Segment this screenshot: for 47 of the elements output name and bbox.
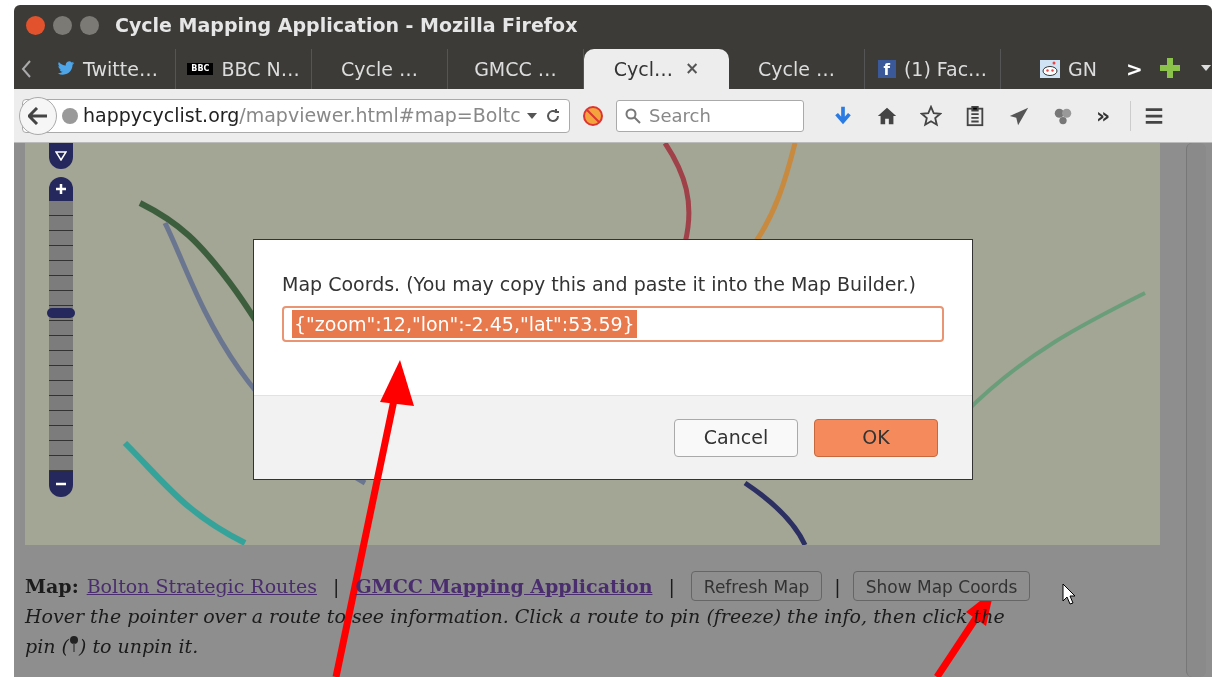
- map-label: Map:: [25, 574, 79, 599]
- clipboard-icon[interactable]: [964, 104, 986, 127]
- blocked-icon[interactable]: [582, 104, 604, 127]
- browser-tab[interactable]: Cycl… ×: [584, 49, 729, 89]
- page-button[interactable]: Show Map Coords: [852, 571, 1031, 601]
- dialog-message: Map Coords. (You may copy this and paste it into the Map Builder.): [282, 272, 917, 296]
- tab-scroll-button[interactable]: >: [1122, 49, 1147, 89]
- dropdown-icon[interactable]: [527, 112, 537, 119]
- mouse-cursor-icon: [1062, 583, 1076, 605]
- alien-icon: [1040, 60, 1061, 78]
- zoom-slider-handle[interactable]: [47, 307, 75, 318]
- url-text: happycyclist.org/mapviewer.html#map=Boltc: [83, 103, 522, 129]
- logo-badge: BBC: [187, 63, 214, 75]
- address-bar[interactable]: happycyclist.org/mapviewer.html#map=Boltc: [22, 98, 570, 133]
- separator: |: [834, 574, 841, 600]
- minus-icon: [55, 482, 67, 486]
- hint-text: pin (: [25, 635, 69, 657]
- dropdown-icon[interactable]: [1200, 65, 1211, 71]
- plus-icon[interactable]: [1158, 57, 1181, 79]
- hint-text: ) to unpin it.: [78, 635, 199, 657]
- close-icon[interactable]: [26, 15, 45, 35]
- reload-icon[interactable]: [545, 107, 561, 124]
- zoom-in-button[interactable]: [49, 177, 73, 201]
- search-field[interactable]: Search: [616, 99, 804, 132]
- page-button[interactable]: Refresh Map: [690, 571, 823, 601]
- search-icon: [625, 107, 641, 124]
- triangle-down-icon: [55, 151, 67, 161]
- download-icon[interactable]: [832, 104, 854, 127]
- minimize-icon[interactable]: [53, 15, 72, 35]
- pan-down-button[interactable]: [49, 143, 73, 169]
- separator: |: [332, 574, 340, 600]
- plus-icon: [55, 183, 67, 195]
- window-title: Cycle Mapping Application - Mozilla Firefox: [115, 12, 578, 38]
- maximize-icon[interactable]: [80, 15, 99, 35]
- overflow-button[interactable]: »: [1096, 99, 1111, 132]
- zoom-out-button[interactable]: [49, 471, 73, 497]
- bird-icon: [57, 61, 76, 77]
- separator: |: [668, 574, 675, 600]
- dialog-button[interactable]: Cancel: [674, 418, 798, 457]
- globe-icon: [61, 106, 79, 125]
- star-icon[interactable]: [920, 104, 942, 127]
- back-arrow-icon: [28, 106, 48, 125]
- dialog-button[interactable]: OK: [814, 418, 938, 457]
- back-button[interactable]: [19, 96, 57, 135]
- coords-value: {"zoom":12,"lon":-2.45,"lat":53.59}: [292, 309, 637, 339]
- pin-icon: [68, 635, 79, 653]
- logo-badge: f: [877, 60, 896, 78]
